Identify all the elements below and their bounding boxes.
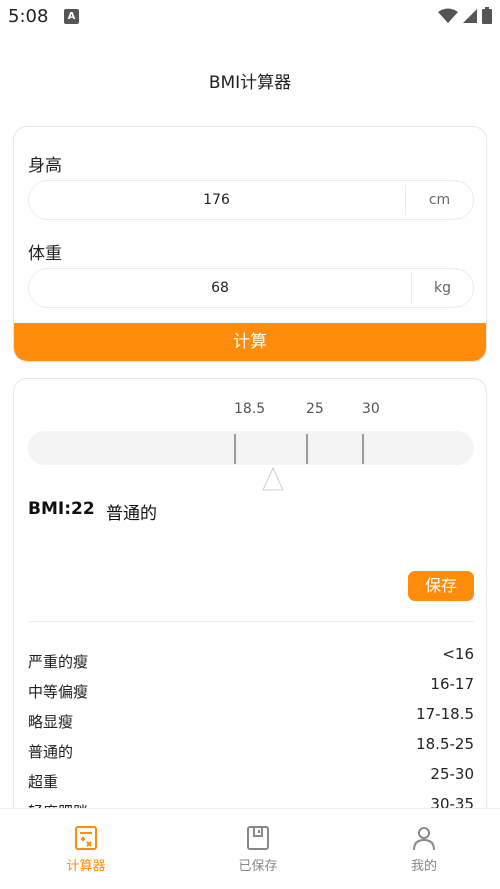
scale-label-normal: 25 bbox=[306, 401, 324, 417]
bmi-category: 普通的 bbox=[106, 504, 157, 524]
bmi-scale-bar bbox=[28, 431, 474, 465]
wifi-icon bbox=[438, 8, 458, 23]
category-range: 16-17 bbox=[430, 675, 474, 693]
scale-label-underweight: 18.5 bbox=[234, 401, 266, 417]
weight-value[interactable]: 68 bbox=[29, 269, 411, 307]
scale-label-overweight: 30 bbox=[362, 401, 380, 417]
category-range: 18.5-25 bbox=[416, 735, 474, 753]
category-range: 17-18.5 bbox=[416, 705, 474, 723]
status-bar: 5:08 A bbox=[0, 0, 500, 34]
save-button[interactable]: 保存 bbox=[408, 571, 474, 601]
saved-icon bbox=[247, 826, 269, 850]
status-time: 5:08 bbox=[8, 6, 49, 27]
tab-calculator-label: 计算器 bbox=[66, 859, 106, 874]
bottom-tab-bar: 计算器 已保存 我的 bbox=[0, 808, 500, 889]
weight-label: 体重 bbox=[28, 244, 62, 264]
height-value[interactable]: 176 bbox=[29, 181, 404, 219]
category-range: 25-30 bbox=[430, 765, 474, 783]
category-name: 略显瘦 bbox=[28, 713, 74, 731]
category-row: 中等偏瘦 16-17 bbox=[28, 675, 474, 701]
category-row: 略显瘦 17-18.5 bbox=[28, 705, 474, 731]
weight-field[interactable]: 68 kg bbox=[28, 268, 474, 308]
height-label: 身高 bbox=[28, 156, 62, 176]
height-field[interactable]: 176 cm bbox=[28, 180, 474, 220]
result-card: 18.5 25 30 BMI:22 普通的 保存 严重的瘦 <16 中等偏瘦 1… bbox=[13, 378, 487, 818]
person-icon bbox=[413, 827, 435, 851]
category-name: 超重 bbox=[28, 773, 59, 791]
tab-calculator[interactable]: 计算器 bbox=[26, 825, 146, 874]
signal-icon bbox=[463, 8, 477, 23]
calculator-icon bbox=[75, 826, 97, 850]
scale-tick bbox=[234, 434, 236, 464]
app-notification-icon: A bbox=[64, 9, 79, 24]
category-name: 严重的瘦 bbox=[28, 653, 89, 671]
divider bbox=[28, 621, 474, 622]
calculate-button[interactable]: 计算 bbox=[14, 323, 486, 361]
bmi-value: BMI:22 bbox=[28, 499, 95, 519]
weight-unit: kg bbox=[434, 280, 451, 296]
height-unit: cm bbox=[428, 192, 451, 208]
bmi-pointer-icon bbox=[262, 467, 284, 491]
category-row: 超重 25-30 bbox=[28, 765, 474, 791]
tab-me-label: 我的 bbox=[410, 859, 437, 874]
scale-tick bbox=[362, 434, 364, 464]
tab-me[interactable]: 我的 bbox=[364, 825, 484, 874]
status-icons bbox=[438, 7, 492, 24]
tab-saved[interactable]: 已保存 bbox=[198, 825, 318, 874]
scale-tick bbox=[306, 434, 308, 464]
input-card: 身高 176 cm 体重 68 kg 计算 bbox=[13, 126, 487, 362]
battery-icon bbox=[482, 7, 492, 24]
category-name: 中等偏瘦 bbox=[28, 683, 89, 701]
category-range: <16 bbox=[442, 645, 474, 663]
category-name: 普通的 bbox=[28, 743, 74, 761]
category-row: 普通的 18.5-25 bbox=[28, 735, 474, 761]
category-row: 严重的瘦 <16 bbox=[28, 645, 474, 671]
tab-saved-label: 已保存 bbox=[238, 859, 278, 874]
page-title: BMI计算器 bbox=[208, 73, 292, 93]
